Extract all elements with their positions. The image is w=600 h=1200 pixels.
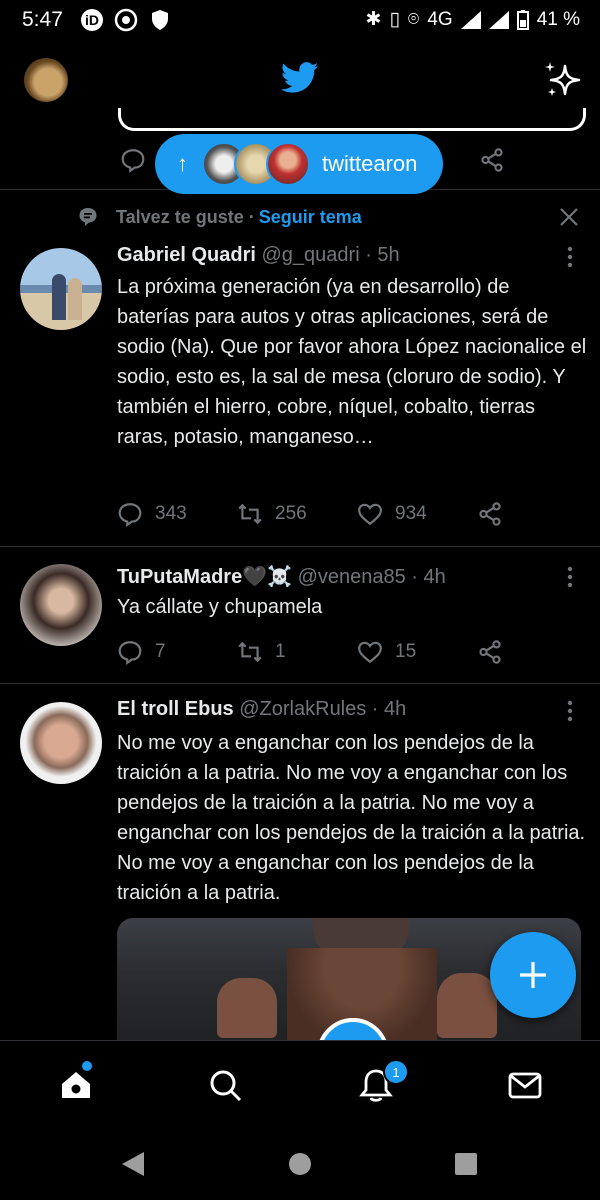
like-count: 15 — [395, 641, 417, 662]
author-name[interactable]: TuPutaMadre🖤☠️ — [117, 566, 292, 588]
network-type: 4G — [427, 8, 453, 30]
media-hand-left — [217, 978, 277, 1038]
reply-count: 343 — [155, 503, 187, 524]
shield-icon — [152, 10, 168, 30]
tweet-text: No me voy a enganchar con los pendejos d… — [117, 732, 586, 904]
messages-icon[interactable] — [507, 1067, 543, 1103]
author-handle: @ZorlakRules · 4h — [239, 698, 407, 720]
more-options-icon[interactable] — [566, 246, 574, 268]
tweet[interactable]: TuPutaMadre🖤☠️ @venena85 · 4h Ya cállate… — [0, 560, 600, 682]
arrow-up-icon: ↑ — [177, 151, 188, 176]
recents-icon[interactable] — [454, 1152, 478, 1176]
tweet-header: TuPutaMadre🖤☠️ @venena85 · 4h — [117, 564, 446, 589]
reply-icon[interactable] — [120, 147, 146, 173]
author-handle: @venena85 · 4h — [297, 566, 446, 588]
like-count: 934 — [395, 503, 427, 524]
author-name[interactable]: El troll Ebus — [117, 698, 234, 720]
notifications-badge: 1 — [383, 1059, 409, 1085]
avatar[interactable] — [20, 564, 102, 646]
topic-bubble-icon — [79, 208, 97, 226]
bottom-navigation: 1 — [0, 1040, 600, 1131]
battery-level: 41 % — [536, 8, 580, 30]
tweet-header: Gabriel Quadri @g_quadri · 5h — [117, 244, 400, 267]
retweet-button[interactable]: 1 — [237, 639, 357, 665]
previous-tweet-media-edge — [118, 108, 586, 131]
retweet-icon — [238, 641, 262, 663]
search-icon[interactable] — [207, 1067, 243, 1103]
close-icon[interactable] — [558, 206, 580, 228]
back-icon[interactable] — [120, 1150, 146, 1178]
retweet-button[interactable]: 256 — [237, 501, 357, 527]
more-options-icon[interactable] — [566, 566, 574, 588]
location-icon: ⌾ — [407, 8, 420, 30]
app-notification-icon: iD — [81, 9, 103, 31]
like-button[interactable]: 15 — [357, 639, 477, 665]
avatar[interactable] — [20, 248, 102, 330]
media-hand-right — [437, 973, 497, 1038]
heart-icon — [358, 503, 382, 526]
svg-text:iD: iD — [85, 12, 99, 28]
tweet-text: Ya cállate y chupamela — [117, 596, 323, 618]
tweet-actions: 7 1 15 — [117, 634, 517, 670]
status-right: ✱ ▯ ⌾ 4G 41 % — [366, 8, 580, 31]
divider — [0, 683, 600, 684]
tweet-text: La próxima generación (ya en desarrollo)… — [117, 276, 587, 448]
home-icon[interactable] — [58, 1067, 94, 1103]
reply-icon — [118, 641, 142, 665]
profile-avatar[interactable] — [24, 58, 68, 102]
retweet-count: 1 — [275, 641, 286, 662]
reply-button[interactable]: 343 — [117, 501, 237, 527]
home-circle-icon[interactable] — [288, 1152, 312, 1176]
more-options-icon[interactable] — [566, 700, 574, 722]
author-name[interactable]: Gabriel Quadri — [117, 244, 256, 266]
compose-tweet-button[interactable] — [490, 932, 576, 1018]
signal-icon-2 — [488, 10, 509, 29]
vibrate-icon: ▯ — [389, 9, 400, 30]
heart-icon — [358, 641, 382, 664]
avatar[interactable] — [20, 702, 102, 784]
suggestion-text: Talvez te guste · — [116, 206, 255, 227]
bluetooth-icon: ✱ — [365, 9, 382, 30]
pill-avatar — [266, 142, 310, 186]
share-icon — [479, 640, 501, 664]
share-icon[interactable] — [479, 147, 505, 173]
share-icon — [479, 502, 501, 526]
divider — [0, 546, 600, 547]
tweet-header: El troll Ebus @ZorlakRules · 4h — [117, 698, 406, 721]
author-handle: @g_quadri · 5h — [261, 244, 400, 266]
retweet-count: 256 — [275, 503, 307, 524]
pill-label: twittearon — [322, 151, 418, 176]
follow-topic-link[interactable]: Seguir tema — [259, 207, 362, 228]
retweet-icon — [238, 503, 262, 525]
signal-icon — [460, 10, 481, 29]
status-time: 5:47 — [22, 8, 63, 31]
home-new-indicator — [82, 1061, 92, 1071]
like-button[interactable]: 934 — [357, 501, 477, 527]
share-button[interactable] — [477, 639, 515, 665]
share-button[interactable] — [477, 501, 515, 527]
new-tweets-pill[interactable]: ↑ twittearon — [155, 134, 443, 194]
system-navigation-bar — [0, 1130, 600, 1200]
topic-suggestion: Talvez te guste · Seguir tema — [78, 204, 362, 230]
plus-icon — [520, 962, 546, 988]
battery-icon — [516, 9, 529, 30]
reply-count: 7 — [155, 641, 166, 662]
reply-icon — [118, 503, 142, 527]
twitter-bird-icon[interactable] — [281, 62, 319, 94]
tweet-actions: 343 256 934 — [117, 496, 517, 532]
reply-button[interactable]: 7 — [117, 639, 237, 665]
sparkle-icon[interactable] — [543, 60, 583, 100]
globe-notification-icon — [114, 8, 138, 32]
status-bar: 5:47 iD ✱ ▯ ⌾ 4G 41 % — [0, 0, 600, 40]
tweet[interactable]: Gabriel Quadri @g_quadri · 5h La próxima… — [0, 240, 600, 545]
